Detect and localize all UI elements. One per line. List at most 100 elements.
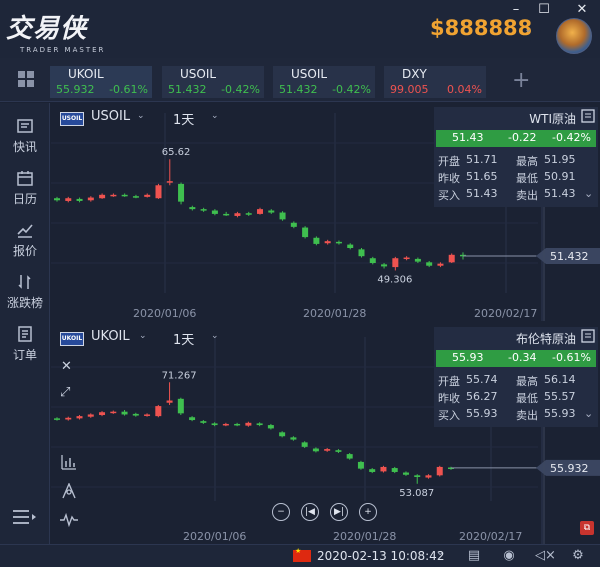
candle-body (347, 244, 354, 248)
quote-symbol: UKOIL (68, 67, 104, 81)
candle-body (245, 213, 252, 215)
candle-body (369, 469, 376, 472)
timeframe-selector[interactable]: 1天 (173, 329, 194, 348)
maximize-button[interactable]: ☐ (536, 2, 552, 17)
candle-body (87, 414, 94, 417)
scroll-end-button[interactable]: ▶| (330, 503, 348, 521)
price-change-pct: -0.61% (552, 351, 591, 364)
candle-body (402, 472, 409, 475)
candle-body (54, 418, 60, 420)
price-change: -0.22 (508, 131, 537, 144)
prev-close-label: 昨收 (438, 172, 460, 185)
candle-body (414, 475, 421, 477)
avatar[interactable] (556, 18, 592, 54)
gear-icon[interactable]: ⚙ (570, 548, 586, 564)
zoom-in-button[interactable]: + (359, 503, 377, 521)
chevron-down-icon[interactable]: ⌄ (137, 111, 145, 121)
high-annotation: 65.62 (162, 147, 191, 158)
scroll-start-button[interactable]: |◀ (301, 503, 319, 521)
sidebar-item-orders[interactable]: 订单 (0, 325, 50, 363)
candle-body (268, 210, 275, 213)
fullscreen-icon[interactable]: ⤢ (60, 385, 70, 400)
timeframe-selector[interactable]: 1天 (173, 109, 194, 128)
title-bar: 交易侠 TRADER MASTER $888888 ⌄ – ☐ ✕ (0, 0, 600, 58)
candle-body (132, 196, 139, 198)
candle-body (110, 194, 117, 197)
add-quote-button[interactable]: + (512, 68, 530, 93)
logo-subtext: TRADER MASTER (20, 46, 106, 54)
sell-value: 55.93 (544, 407, 576, 420)
order-icon[interactable] (581, 109, 595, 123)
high-value: 51.95 (544, 153, 576, 166)
candle-body (448, 254, 455, 263)
chevron-down-icon[interactable]: ⌄ (211, 331, 219, 341)
china-flag-icon (293, 547, 311, 562)
close-icon[interactable]: ✕ (61, 359, 72, 374)
balance-dropdown-icon[interactable]: ⌄ (524, 24, 532, 35)
sidebar-item-movers[interactable]: 涨跌榜 (0, 273, 50, 311)
candle-body (178, 183, 185, 202)
chevron-down-icon[interactable]: ⌄ (584, 407, 593, 420)
low-value: 55.57 (544, 390, 576, 403)
symbol-selector[interactable]: UKOIL (91, 329, 130, 344)
waveform-icon[interactable] (59, 513, 79, 527)
candle-body (166, 181, 173, 183)
quote-symbol: DXY (402, 67, 427, 81)
quote-card-ukoil[interactable]: UKOIL 55.932 -0.61% (50, 66, 152, 98)
candle-body (144, 414, 151, 416)
candle-body (290, 222, 297, 227)
quote-symbol: USOIL (291, 67, 328, 81)
chevron-down-icon[interactable]: ⌄ (139, 331, 147, 341)
sidebar-item-quotes[interactable]: 报价 (0, 221, 50, 259)
quote-card-usoil-2[interactable]: USOIL 51.432 -0.42% (273, 66, 375, 98)
candle-body (257, 209, 263, 214)
minimize-button[interactable]: – (508, 2, 524, 17)
screenshot-icon[interactable]: ◉ (501, 548, 517, 564)
quote-symbol: USOIL (180, 67, 217, 81)
candle-body (234, 213, 241, 216)
mute-icon[interactable]: ◁× (535, 548, 556, 564)
grid-view-icon[interactable] (18, 71, 34, 87)
sidebar-item-news[interactable]: 快讯 (0, 117, 50, 155)
candle-body (200, 421, 207, 423)
account-balance[interactable]: $888888 (430, 16, 532, 40)
sidebar-item-label: 订单 (12, 348, 37, 362)
candle-body (189, 417, 196, 421)
sell-value: 51.43 (544, 187, 576, 200)
buy-label: 买入 (438, 189, 460, 202)
candle-body (234, 423, 241, 426)
up-down-icon (18, 275, 31, 289)
drawing-tool-icon[interactable] (61, 483, 77, 499)
quote-price: 99.005 (390, 83, 429, 96)
chevron-down-icon[interactable]: ⌄ (584, 187, 593, 200)
quote-card-dxy[interactable]: DXY 99.005 0.04% (384, 66, 486, 98)
candle-body (121, 411, 128, 415)
candle-body (177, 398, 184, 414)
buy-value: 51.43 (466, 187, 498, 200)
order-icon[interactable] (581, 329, 595, 343)
candle-body (301, 442, 308, 447)
symbol-badge: USOIL (60, 112, 84, 126)
chevron-down-icon[interactable]: ⌄ (211, 111, 219, 121)
sidebar-item-label: 快讯 (12, 140, 37, 154)
price-change: -0.34 (508, 351, 537, 364)
symbol-selector[interactable]: USOIL (91, 109, 130, 124)
chevron-down-icon[interactable]: ⌄ (436, 547, 444, 558)
candle-body (426, 262, 433, 266)
indicator-icon[interactable] (61, 454, 77, 470)
layout-icon[interactable]: ▤ (466, 548, 482, 564)
sidebar-item-calendar[interactable]: 日历 (0, 169, 50, 207)
zoom-out-button[interactable]: − (272, 503, 290, 521)
low-label: 最低 (516, 172, 538, 185)
candle-body (110, 411, 117, 414)
candle-body (425, 475, 432, 478)
candle-body (256, 423, 263, 426)
symbol-badge: UKOIL (60, 332, 84, 346)
candle-body (312, 448, 319, 452)
candle-body (392, 258, 399, 268)
close-button[interactable]: ✕ (574, 2, 590, 17)
expand-menu-icon[interactable] (12, 509, 38, 525)
candle-body (436, 466, 443, 476)
record-icon[interactable]: ⧉ (580, 521, 594, 535)
quote-card-usoil[interactable]: USOIL 51.432 -0.42% (162, 66, 264, 98)
